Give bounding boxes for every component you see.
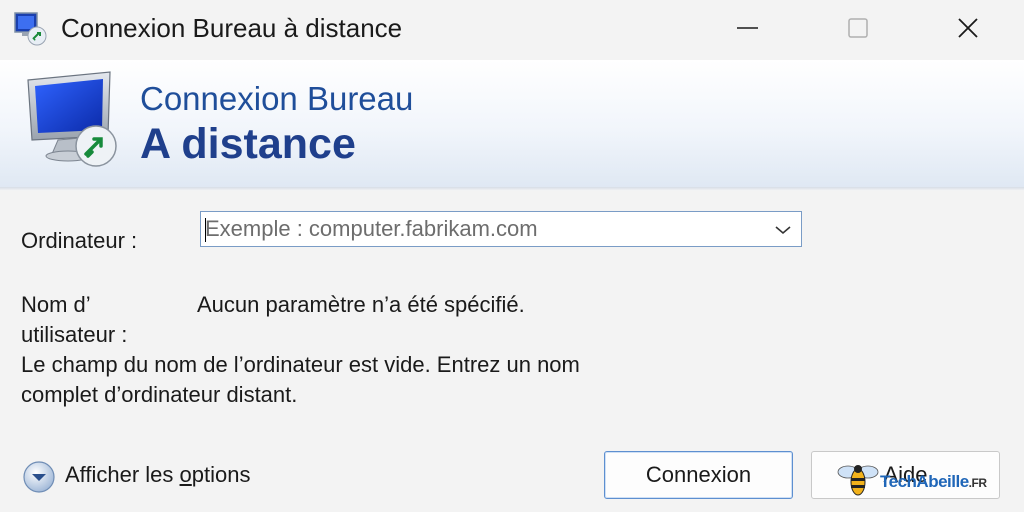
close-button[interactable] — [940, 0, 996, 56]
computer-input[interactable] — [205, 212, 765, 246]
maximize-button[interactable] — [830, 0, 886, 56]
remote-desktop-app-icon — [14, 12, 47, 46]
bee-logo-icon — [837, 465, 879, 496]
title-bar: Connexion Bureau à distance — [0, 0, 1024, 58]
chevron-down-icon[interactable] — [773, 220, 793, 240]
window-title: Connexion Bureau à distance — [61, 13, 403, 43]
connect-button[interactable]: Connexion — [604, 451, 793, 499]
computer-combobox[interactable] — [200, 211, 802, 247]
minimize-icon — [737, 27, 758, 29]
maximize-icon — [848, 18, 868, 38]
remote-desktop-monitor-icon — [27, 71, 117, 167]
status-message-line2: complet d’ordinateur distant. — [21, 382, 298, 407]
close-icon — [958, 18, 978, 38]
expand-down-icon — [23, 461, 55, 493]
watermark: TechAbeille.FR — [836, 458, 1016, 502]
username-value: Aucun paramètre n’a été spécifié. — [197, 292, 525, 317]
banner-divider — [0, 187, 1024, 191]
status-message-line1: Le champ du nom de l’ordinateur est vide… — [21, 352, 580, 377]
text-cursor — [205, 218, 206, 242]
username-label-line1: Nom d’ — [21, 292, 91, 317]
show-options-label[interactable]: Afficher les options — [65, 462, 251, 488]
banner-title-line1: Connexion Bureau — [140, 80, 414, 117]
username-label-line2: utilisateur : — [21, 322, 128, 347]
show-options-toggle[interactable]: Afficher les options — [22, 458, 322, 493]
banner-title-line2: A distance — [140, 120, 356, 168]
minimize-button[interactable] — [720, 0, 776, 56]
computer-label: Ordinateur : — [21, 228, 138, 253]
watermark-text: TechAbeille.FR — [880, 472, 987, 491]
